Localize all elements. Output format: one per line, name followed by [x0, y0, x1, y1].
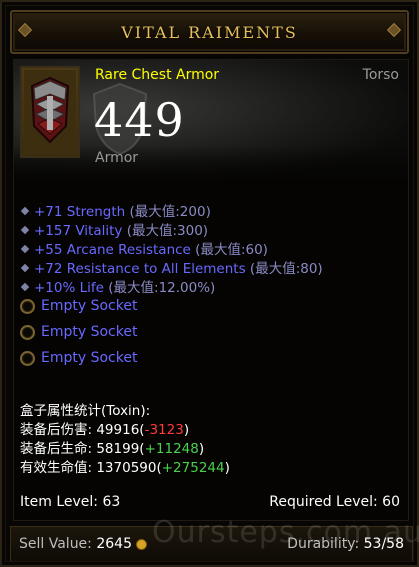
- armor-label: Armor: [95, 150, 139, 166]
- affix-max: (最大值:200): [129, 204, 211, 220]
- sell-value: Sell Value: 2645: [19, 536, 147, 552]
- damage-label: 装备后伤害:: [20, 422, 97, 438]
- socket-label: Empty Socket: [41, 298, 138, 314]
- affix-arcane-resistance: +55 Arcane Resistance (最大值:60): [20, 238, 323, 258]
- affix-max: (最大值:60): [195, 242, 268, 258]
- affix-value: +55 Arcane Resistance: [34, 242, 191, 258]
- affix-value: +71 Strength: [34, 204, 126, 220]
- diamond-bullet-icon: [20, 282, 30, 292]
- socket-icon: [20, 298, 35, 314]
- durability-value: 53/58: [363, 536, 404, 552]
- life-value: 58199: [96, 441, 140, 457]
- socket-row: Empty Socket: [20, 298, 137, 324]
- affix-vitality: +157 Vitality (最大值:300): [20, 219, 323, 239]
- item-panel: Rare Chest Armor Torso 449 Armor +71 Str…: [13, 59, 409, 521]
- item-level: Item Level: 63: [20, 494, 121, 510]
- item-name: VITAL RAIMENTS: [121, 23, 298, 42]
- socket-row: Empty Socket: [20, 324, 137, 350]
- socket-icon: [20, 350, 35, 366]
- footer-bar: Sell Value: 2645 Durability: 53/58: [10, 526, 413, 562]
- durability: Durability: 53/58: [287, 536, 404, 552]
- armor-value: 449: [94, 93, 185, 147]
- gold-coin-icon: [135, 538, 147, 550]
- socket-row: Empty Socket: [20, 350, 137, 376]
- life-delta: +11248: [144, 441, 199, 457]
- sell-label: Sell Value:: [19, 536, 97, 552]
- ehp-value: 1370590: [96, 460, 157, 476]
- stat-comparison: 盒子属性统计(Toxin): 装备后伤害: 49916(-3123) 装备后生命…: [20, 399, 230, 476]
- damage-row: 装备后伤害: 49916(-3123): [20, 422, 190, 438]
- affix-max: (最大值:12.00%): [108, 280, 216, 296]
- item-slot: Torso: [362, 67, 399, 83]
- affix-max: (最大值:300): [126, 223, 209, 239]
- ehp-row: 有效生命值: 1370590(+275244): [20, 460, 230, 476]
- diamond-bullet-icon: [20, 263, 30, 273]
- life-row: 装备后生命: 58199(+11248): [20, 441, 205, 457]
- socket-list: Empty Socket Empty Socket Empty Socket: [20, 298, 137, 376]
- chest-armor-icon: [20, 66, 80, 158]
- socket-label: Empty Socket: [41, 324, 138, 340]
- affix-value: +10% Life: [34, 280, 104, 296]
- diamond-bullet-icon: [20, 225, 30, 235]
- required-level: Required Level: 60: [269, 494, 400, 510]
- diamond-bullet-icon: [20, 244, 30, 254]
- affix-value: +157 Vitality: [34, 223, 123, 239]
- socket-icon: [20, 324, 35, 340]
- affix-list: +71 Strength (最大值:200) +157 Vitality (最大…: [20, 200, 323, 296]
- diamond-bullet-icon: [20, 206, 30, 216]
- item-tooltip: VITAL RAIMENTS Rare Chest Armor Torso 44…: [0, 0, 419, 567]
- affix-strength: +71 Strength (最大值:200): [20, 200, 323, 220]
- durability-label: Durability:: [287, 536, 364, 552]
- item-type: Rare Chest Armor: [95, 67, 220, 83]
- ehp-label: 有效生命值:: [20, 460, 97, 476]
- damage-value: 49916: [96, 422, 140, 438]
- damage-delta: -3123: [144, 422, 184, 438]
- affix-all-resistance: +72 Resistance to All Elements (最大值:80): [20, 257, 323, 277]
- ehp-delta: +275244: [161, 460, 225, 476]
- affix-value: +72 Resistance to All Elements: [34, 261, 246, 277]
- title-bar: VITAL RAIMENTS: [10, 10, 409, 54]
- affix-life: +10% Life (最大值:12.00%): [20, 276, 323, 296]
- life-label: 装备后生命:: [20, 441, 97, 457]
- affix-max: (最大值:80): [249, 261, 323, 277]
- sell-amount: 2645: [96, 536, 132, 552]
- socket-label: Empty Socket: [41, 350, 138, 366]
- stats-header: 盒子属性统计(Toxin):: [20, 403, 151, 419]
